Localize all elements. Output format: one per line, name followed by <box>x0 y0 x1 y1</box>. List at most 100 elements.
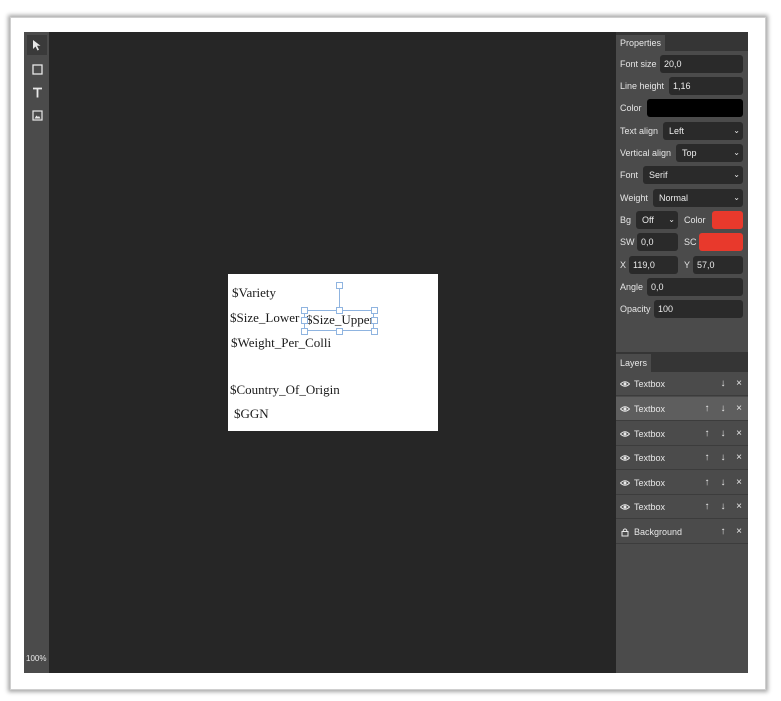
layer-item[interactable]: Textbox ↑ ↓ × <box>616 495 748 519</box>
layer-name: Textbox <box>634 429 666 439</box>
move-down-button[interactable]: ↓ <box>717 446 729 470</box>
properties-panel: Properties Font size 20,0 Line height 1,… <box>616 32 748 673</box>
weight-per-colli-textbox[interactable]: $Weight_Per_Colli <box>231 335 331 350</box>
angle-label: Angle <box>620 282 644 292</box>
delete-layer-button[interactable]: × <box>733 520 745 544</box>
resize-handle-bottom-right[interactable] <box>371 328 378 335</box>
eye-icon[interactable] <box>620 429 630 439</box>
background-row: Bg Off ⌄ Color <box>616 210 748 230</box>
font-size-row: Font size 20,0 <box>616 54 748 74</box>
resize-handle-top-right[interactable] <box>371 307 378 314</box>
move-down-button[interactable]: ↓ <box>717 372 729 396</box>
weight-row: Weight Normal ⌄ <box>616 188 748 208</box>
resize-handle-top-left[interactable] <box>301 307 308 314</box>
position-row: X 119,0 Y 57,0 <box>616 255 748 275</box>
bg-color-label: Color <box>684 215 706 225</box>
text-color-swatch[interactable] <box>647 99 743 117</box>
image-tool-button[interactable] <box>27 105 47 125</box>
move-up-button[interactable]: ↑ <box>701 446 713 470</box>
properties-tabbar: Properties <box>616 32 748 51</box>
square-icon <box>31 63 43 75</box>
select-tool-button[interactable] <box>27 35 47 55</box>
weight-label: Weight <box>620 193 648 203</box>
x-input[interactable]: 119,0 <box>629 256 678 274</box>
layer-item[interactable]: Textbox ↑ ↓ × <box>616 422 748 446</box>
layer-item-selected[interactable]: Textbox ↑ ↓ × <box>616 397 748 421</box>
tab-layers[interactable]: Layers <box>616 354 652 372</box>
move-down-button[interactable]: ↓ <box>717 471 729 495</box>
move-up-button[interactable]: ↑ <box>717 520 729 544</box>
vertical-align-row: Vertical align Top ⌄ <box>616 143 748 163</box>
sc-label: SC <box>684 237 697 247</box>
eye-icon[interactable] <box>620 404 630 414</box>
delete-layer-button[interactable]: × <box>733 397 745 421</box>
chevron-down-icon: ⌄ <box>733 193 740 202</box>
canvas-stage[interactable]: $Variety $Size_Lower $Size_Upper $Weight… <box>49 32 616 673</box>
resize-handle-left[interactable] <box>301 317 308 324</box>
line-height-label: Line height <box>620 81 665 91</box>
resize-handle-bottom[interactable] <box>336 328 343 335</box>
y-label: Y <box>684 260 691 270</box>
layer-item[interactable]: Textbox ↑ ↓ × <box>616 471 748 495</box>
label-canvas[interactable]: $Variety $Size_Lower $Size_Upper $Weight… <box>228 274 438 431</box>
opacity-input[interactable]: 100 <box>654 300 743 318</box>
layer-name: Textbox <box>634 404 666 414</box>
layer-name: Textbox <box>634 453 666 463</box>
eye-icon[interactable] <box>620 502 630 512</box>
eye-icon[interactable] <box>620 478 630 488</box>
zoom-level: 100% <box>26 654 47 663</box>
delete-layer-button[interactable]: × <box>733 446 745 470</box>
font-row: Font Serif ⌄ <box>616 165 748 185</box>
layer-name: Textbox <box>634 502 666 512</box>
chevron-down-icon: ⌄ <box>668 215 675 224</box>
font-label: Font <box>620 170 639 180</box>
move-down-button[interactable]: ↓ <box>717 397 729 421</box>
vertical-align-label: Vertical align <box>620 148 672 158</box>
move-down-button[interactable]: ↓ <box>717 495 729 519</box>
delete-layer-button[interactable]: × <box>733 372 745 396</box>
move-up-button[interactable]: ↑ <box>701 495 713 519</box>
resize-handle-right[interactable] <box>371 317 378 324</box>
stroke-width-input[interactable]: 0,0 <box>637 233 678 251</box>
font-select[interactable]: Serif ⌄ <box>643 166 743 184</box>
rectangle-tool-button[interactable] <box>27 59 47 79</box>
eye-icon[interactable] <box>620 379 630 389</box>
delete-layer-button[interactable]: × <box>733 495 745 519</box>
layer-name: Textbox <box>634 478 666 488</box>
bg-color-swatch[interactable] <box>712 211 743 229</box>
move-down-button[interactable]: ↓ <box>717 422 729 446</box>
rotate-handle[interactable] <box>336 282 343 289</box>
text-tool-button[interactable] <box>27 82 47 102</box>
weight-select[interactable]: Normal ⌄ <box>653 189 743 207</box>
text-align-row: Text align Left ⌄ <box>616 121 748 141</box>
layer-item[interactable]: Textbox ↑ ↓ × <box>616 446 748 470</box>
tab-properties[interactable]: Properties <box>616 35 666 51</box>
size-lower-textbox[interactable]: $Size_Lower <box>230 310 299 325</box>
layer-item[interactable]: Textbox ↓ × <box>616 372 748 396</box>
line-height-input[interactable]: 1,16 <box>669 77 743 95</box>
editor-app: 100% $Variety $Size_Lower $Size_Upper $W… <box>24 32 748 673</box>
vertical-align-select[interactable]: Top ⌄ <box>676 144 743 162</box>
resize-handle-bottom-left[interactable] <box>301 328 308 335</box>
eye-icon[interactable] <box>620 453 630 463</box>
delete-layer-button[interactable]: × <box>733 471 745 495</box>
text-align-select[interactable]: Left ⌄ <box>663 122 743 140</box>
x-label: X <box>620 260 627 270</box>
stroke-color-swatch[interactable] <box>699 233 743 251</box>
y-input[interactable]: 57,0 <box>693 256 743 274</box>
bg-select[interactable]: Off ⌄ <box>636 211 678 229</box>
angle-input[interactable]: 0,0 <box>647 278 743 296</box>
move-up-button[interactable]: ↑ <box>701 397 713 421</box>
font-size-input[interactable]: 20,0 <box>660 55 743 73</box>
sw-label: SW <box>620 237 635 247</box>
delete-layer-button[interactable]: × <box>733 422 745 446</box>
variety-textbox[interactable]: $Variety <box>232 285 276 300</box>
ggn-textbox[interactable]: $GGN <box>234 406 269 421</box>
opacity-label: Opacity <box>620 304 651 314</box>
move-up-button[interactable]: ↑ <box>701 471 713 495</box>
country-of-origin-textbox[interactable]: $Country_Of_Origin <box>230 382 340 397</box>
resize-handle-top[interactable] <box>336 307 343 314</box>
layer-item-background[interactable]: Background ↑ × <box>616 520 748 544</box>
lock-icon[interactable] <box>620 527 630 537</box>
move-up-button[interactable]: ↑ <box>701 422 713 446</box>
